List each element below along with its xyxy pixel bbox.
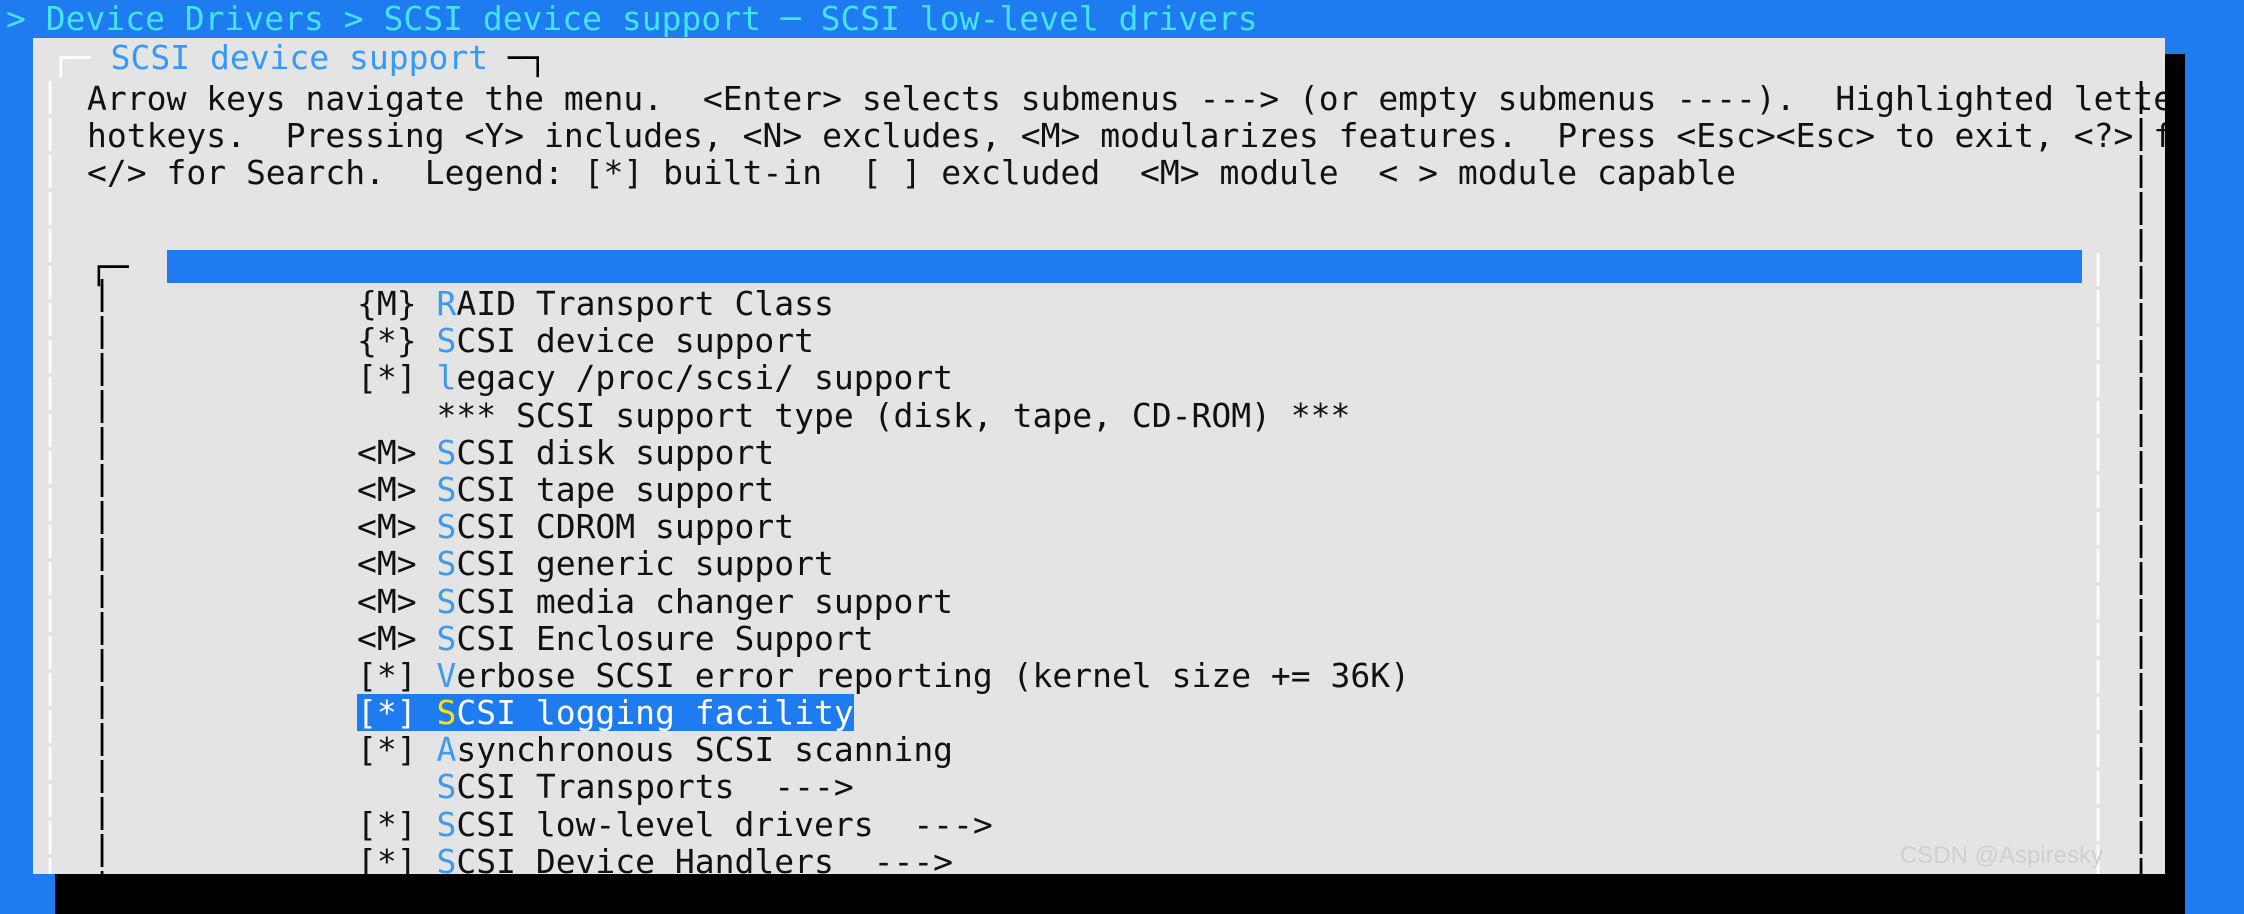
menu-item-state: <M>	[357, 469, 437, 509]
menu-item-label: CSI low-level drivers --->	[456, 804, 993, 844]
menu-item-state: [*]	[357, 655, 437, 695]
menu-item-state: [*]	[357, 804, 437, 844]
menu-item-label: CSI Device Handlers --->	[456, 841, 954, 874]
menu-item-state: [*]	[357, 693, 437, 733]
menu-item-state: [*]	[357, 841, 437, 874]
menu-item[interactable]: <M> SCSI tape support	[357, 471, 774, 508]
menu-item[interactable]: [*] SCSI logging facility	[357, 693, 854, 733]
menu-frame: ┌─ | | | | | | | | | | | | | | | | | | |…	[57, 248, 2129, 875]
menu-item-state	[357, 767, 436, 806]
menu-border-right: | | | | | | | | | | | | | | | | |	[2088, 247, 2108, 874]
menu-item-state: <M>	[357, 432, 437, 472]
menu-item-hotkey: A	[436, 730, 457, 770]
menu-item-label: synchronous SCSI scanning	[456, 730, 954, 770]
menu-item[interactable]: <M> SCSI Enclosure Support	[357, 620, 874, 657]
breadcrumb-title: > Device Drivers > SCSI device support ─…	[6, 0, 1258, 38]
menu-item-label: egacy /proc/scsi/ support	[456, 358, 954, 398]
menu-item-label: CSI disk support	[456, 432, 775, 472]
dialog-caption: ┌─ SCSI device support ─┐	[33, 38, 2165, 78]
terminal-screen: > Device Drivers > SCSI device support ─…	[0, 0, 2244, 914]
menu-item[interactable]: {*} SCSI device support	[357, 322, 814, 359]
dialog-border-right: | | | | | | | | | | | | | | | | | | | | …	[2131, 75, 2151, 874]
menu-item-state: <M>	[357, 544, 437, 584]
caption-corner-right: ─┐	[507, 38, 548, 77]
menu-item-label: CSI tape support	[456, 469, 775, 509]
menu-item-label: *** SCSI support type (disk, tape, CD-RO…	[436, 395, 1351, 435]
menu-item[interactable]: {M} RAID Transport Class	[357, 285, 834, 322]
menu-item[interactable]: *** SCSI support type (disk, tape, CD-RO…	[357, 395, 1351, 435]
menu-item-label: CSI CDROM support	[456, 507, 795, 547]
menu-item-hotkey: S	[436, 581, 457, 621]
menu-item-state: [*]	[357, 358, 437, 398]
menu-item[interactable]: [*] Asynchronous SCSI scanning	[357, 731, 953, 768]
menu-item-state	[357, 396, 436, 435]
menu-item-hotkey: S	[436, 804, 457, 844]
menu-item-state: {M}	[357, 284, 437, 323]
help-line-2: hotkeys. Pressing <Y> includes, <N> excl…	[87, 116, 2165, 155]
menu-item-hotkey: R	[436, 284, 457, 323]
menu-border-left: | | | | | | | | | | | | | | | | |	[92, 273, 112, 874]
menu-item-state: <M>	[357, 618, 437, 658]
menu-item-state: [*]	[357, 730, 437, 770]
menu-item-hotkey: S	[436, 767, 457, 807]
menu-item-hotkey: S	[436, 841, 457, 874]
dialog-title-text: SCSI device support	[90, 38, 508, 77]
menu-item-label: erbose SCSI error reporting (kernel size…	[456, 655, 1411, 695]
menu-item[interactable]: <M> SCSI disk support	[357, 434, 774, 471]
caption-corner-left: ┌─	[51, 38, 91, 77]
menu-item-label: CSI Transports --->	[456, 767, 854, 807]
menu-item[interactable]: SCSI Transports --->	[357, 767, 854, 807]
menu-item[interactable]: <M> SCSI CDROM support	[357, 508, 794, 545]
menu-item-state: <M>	[357, 507, 437, 547]
menu-item-hotkey: S	[436, 432, 457, 472]
menu-item-hotkey: S	[436, 618, 457, 658]
menu-item[interactable]: [*] legacy /proc/scsi/ support	[357, 359, 953, 396]
menu-item-label: CSI media changer support	[456, 581, 954, 621]
menu-item-label: CSI logging facility	[456, 693, 854, 733]
help-line-1: Arrow keys navigate the menu. <Enter> se…	[87, 79, 2165, 118]
menu-item[interactable]: [*] SCSI low-level drivers --->	[357, 806, 993, 843]
menu-item-label: AID Transport Class	[456, 284, 834, 323]
watermark: CSDN @Aspiresky	[1899, 842, 2103, 869]
menu-item-hotkey: S	[436, 544, 457, 584]
menu-item-hotkey: S	[436, 693, 457, 733]
menu-item-hotkey: S	[436, 469, 457, 509]
menu-item-label: CSI Enclosure Support	[456, 618, 874, 658]
menu-item-state: <M>	[357, 581, 437, 621]
menu-item-list[interactable]: {M} RAID Transport Class {*} SCSI device …	[357, 285, 1410, 874]
menuconfig-dialog: ┌─ SCSI device support ─┐ | | | | | | | …	[33, 38, 2165, 874]
help-text-block: Arrow keys navigate the menu. <Enter> se…	[57, 80, 2165, 192]
menu-item-label: CSI device support	[456, 321, 814, 361]
menu-item[interactable]: <M> SCSI media changer support	[357, 581, 954, 621]
menu-item-label: CSI generic support	[456, 544, 834, 584]
menu-item-hotkey: S	[436, 507, 457, 547]
menu-item-state: {*}	[357, 321, 437, 361]
menu-item[interactable]: [*] Verbose SCSI error reporting (kernel…	[357, 657, 1410, 694]
menu-item-hotkey: S	[436, 321, 457, 361]
menu-item-hotkey: V	[436, 655, 457, 695]
menu-scroll-indicator	[167, 250, 2082, 283]
menu-item-hotkey: l	[436, 358, 457, 398]
menu-item[interactable]: [*] SCSI Device Handlers --->	[357, 843, 953, 874]
menu-item[interactable]: <M> SCSI generic support	[357, 545, 834, 582]
help-line-3: </> for Search. Legend: [*] built-in [ ]…	[87, 153, 1737, 192]
